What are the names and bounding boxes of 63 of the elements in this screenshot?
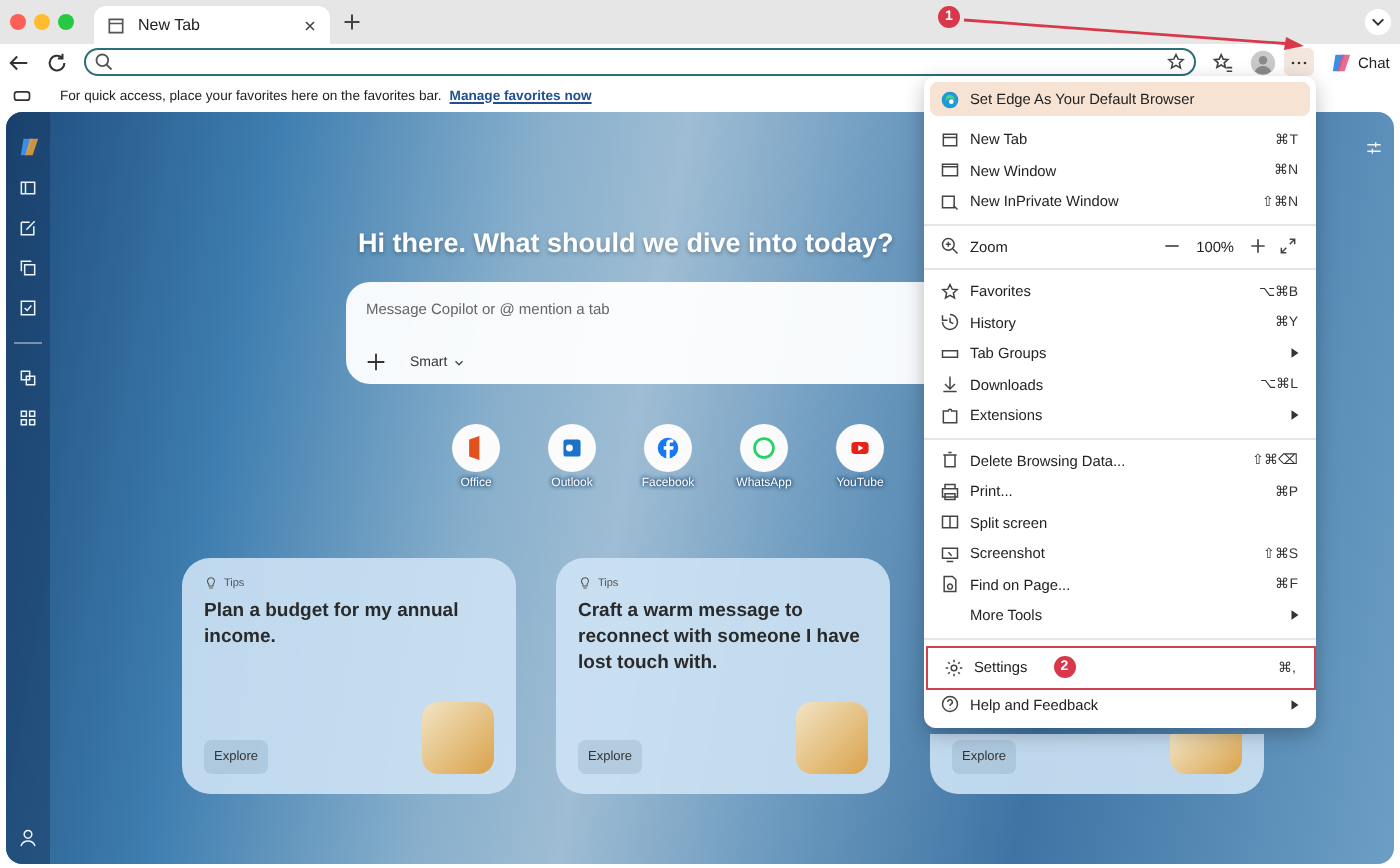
add-icon[interactable] (366, 352, 386, 372)
photo-placeholder (422, 702, 494, 774)
trash-icon (940, 450, 960, 471)
browser-tab[interactable]: New Tab (94, 6, 330, 44)
apps-icon[interactable] (18, 408, 38, 428)
tab-list-icon[interactable] (1364, 8, 1392, 36)
caret-icon (451, 355, 466, 369)
submenu-arrow-icon (1288, 697, 1302, 712)
greeting-heading: Hi there. What should we dive into today? (358, 228, 894, 258)
ellipsis-icon (1290, 59, 1308, 65)
submenu-arrow-icon (1288, 608, 1302, 623)
submenu-arrow-icon (1288, 346, 1302, 361)
back-icon[interactable] (8, 51, 30, 73)
star-icon[interactable] (1166, 52, 1186, 72)
favorites-icon[interactable] (1212, 51, 1234, 73)
copy-icon[interactable] (18, 368, 38, 388)
sliders-icon[interactable] (1364, 138, 1384, 158)
search-icon (94, 52, 114, 72)
help-icon (940, 694, 960, 715)
edit-icon[interactable] (18, 218, 38, 238)
printer-icon (940, 481, 960, 502)
zoom-icon (940, 236, 960, 257)
app-logo-icon (740, 424, 788, 472)
bookmark-bar-icon (12, 86, 32, 106)
photo-placeholder (1170, 734, 1242, 774)
browser-logo-icon (940, 89, 960, 109)
more-options-button[interactable] (1284, 48, 1314, 76)
star-icon (940, 281, 960, 302)
lightbulb-icon (578, 576, 592, 590)
window-icon (940, 160, 960, 181)
app-logo-icon (644, 424, 692, 472)
photo-placeholder (796, 702, 868, 774)
person-icon[interactable] (18, 828, 38, 848)
lightbulb-icon (204, 576, 218, 590)
copilot-logo-icon[interactable] (17, 136, 39, 158)
split-screen-icon (940, 512, 960, 533)
zoom-in-icon[interactable] (1248, 236, 1268, 257)
tip-text: Plan a budget for my annual income. (204, 600, 461, 652)
profile-avatar-icon[interactable] (1250, 49, 1276, 75)
app-logo-icon (548, 424, 596, 472)
app-logo-icon (836, 424, 884, 472)
private-window-icon (940, 191, 960, 212)
puzzle-icon (940, 405, 960, 426)
fullscreen-icon[interactable] (1278, 236, 1298, 257)
new-tab-icon[interactable] (342, 12, 362, 32)
close-icon[interactable] (302, 17, 318, 33)
panel-icon[interactable] (18, 178, 38, 198)
download-icon (940, 374, 960, 395)
tab-icon (940, 129, 960, 150)
app-logo-icon (452, 424, 500, 472)
logo-icon (1330, 51, 1352, 73)
history-icon (940, 312, 960, 333)
submenu-arrow-icon (1288, 408, 1302, 423)
page-icon (106, 15, 126, 35)
settings-icon (944, 657, 964, 677)
reload-icon[interactable] (46, 51, 68, 73)
address-field[interactable] (84, 48, 1196, 76)
screenshot-icon (940, 543, 960, 564)
tip-text: Craft a warm message to reconnect with someone I have lost touch with. (578, 600, 862, 677)
find-icon (940, 574, 960, 595)
tab-title: New Tab (138, 16, 202, 34)
collections-icon[interactable] (18, 258, 38, 278)
checklist-icon[interactable] (18, 298, 38, 318)
